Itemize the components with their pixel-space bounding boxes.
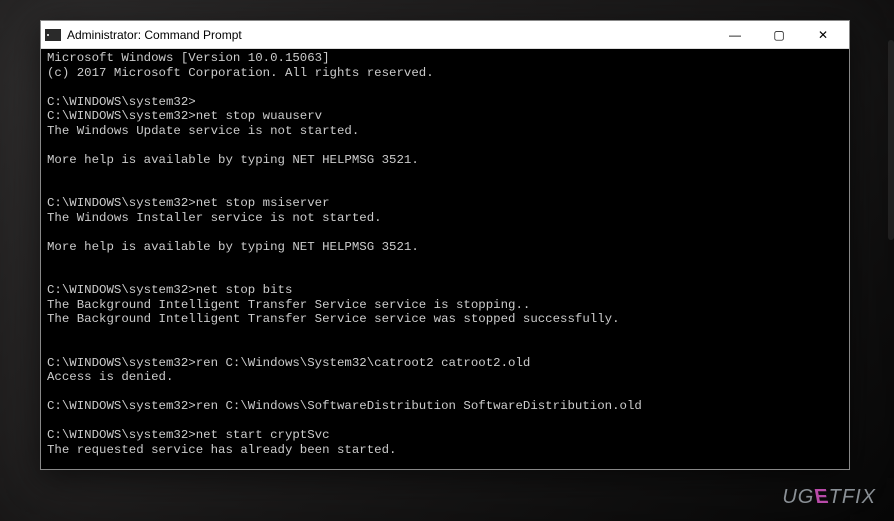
- terminal-line: [47, 269, 843, 284]
- terminal-line: More help is available by typing NET HEL…: [47, 153, 843, 168]
- terminal-output[interactable]: Microsoft Windows [Version 10.0.15063](c…: [41, 49, 849, 469]
- cmd-icon: [45, 29, 61, 41]
- terminal-line: C:\WINDOWS\system32>: [47, 95, 843, 110]
- terminal-line: [47, 327, 843, 342]
- terminal-line: More help is available by typing NET HEL…: [47, 240, 843, 255]
- terminal-line: The requested service has already been s…: [47, 443, 843, 458]
- terminal-line: C:\WINDOWS\system32>net stop bits: [47, 283, 843, 298]
- terminal-line: The Background Intelligent Transfer Serv…: [47, 312, 843, 327]
- watermark-part3: TFIX: [829, 486, 876, 508]
- terminal-line: [47, 80, 843, 95]
- terminal-line: [47, 341, 843, 356]
- command-prompt-window: Administrator: Command Prompt — ▢ ✕ Micr…: [40, 20, 850, 470]
- watermark-logo: UGƎTFIX: [782, 486, 876, 509]
- terminal-line: [47, 457, 843, 469]
- minimize-button[interactable]: —: [713, 21, 757, 48]
- maximize-button[interactable]: ▢: [757, 21, 801, 48]
- terminal-line: The Windows Installer service is not sta…: [47, 211, 843, 226]
- terminal-line: [47, 167, 843, 182]
- terminal-line: The Windows Update service is not starte…: [47, 124, 843, 139]
- terminal-line: (c) 2017 Microsoft Corporation. All righ…: [47, 66, 843, 81]
- terminal-line: C:\WINDOWS\system32>net stop msiserver: [47, 196, 843, 211]
- terminal-line: C:\WINDOWS\system32>net stop wuauserv: [47, 109, 843, 124]
- titlebar[interactable]: Administrator: Command Prompt — ▢ ✕: [41, 21, 849, 49]
- terminal-line: [47, 182, 843, 197]
- watermark-part2: Ǝ: [814, 486, 828, 509]
- terminal-line: C:\WINDOWS\system32>ren C:\Windows\Syste…: [47, 356, 843, 371]
- terminal-line: C:\WINDOWS\system32>net start cryptSvc: [47, 428, 843, 443]
- close-button[interactable]: ✕: [801, 21, 845, 48]
- watermark-part1: UG: [782, 486, 814, 508]
- terminal-line: C:\WINDOWS\system32>ren C:\Windows\Softw…: [47, 399, 843, 414]
- terminal-line: Microsoft Windows [Version 10.0.15063]: [47, 51, 843, 66]
- terminal-line: [47, 225, 843, 240]
- window-controls: — ▢ ✕: [713, 21, 845, 48]
- terminal-line: [47, 138, 843, 153]
- terminal-line: [47, 414, 843, 429]
- page-scrollbar[interactable]: [888, 40, 894, 240]
- terminal-line: [47, 385, 843, 400]
- terminal-line: The Background Intelligent Transfer Serv…: [47, 298, 843, 313]
- terminal-line: [47, 254, 843, 269]
- window-title: Administrator: Command Prompt: [67, 28, 713, 42]
- terminal-line: Access is denied.: [47, 370, 843, 385]
